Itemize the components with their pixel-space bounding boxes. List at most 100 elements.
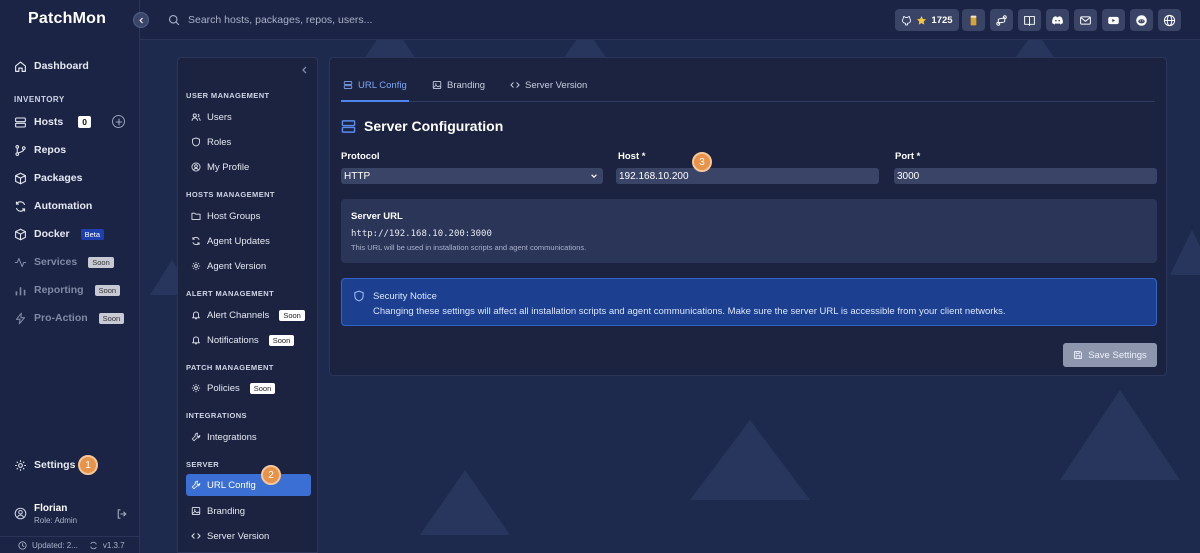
subnav-item-server-version[interactable]: Server Version (186, 525, 311, 547)
protocol-select[interactable]: HTTP (341, 168, 603, 184)
sidebar-item-docker[interactable]: Docker Beta (14, 224, 105, 244)
sidebar-item-label: Repos (34, 144, 67, 156)
server-icon (15, 117, 26, 127)
youtube-icon (1108, 16, 1119, 24)
subnav-item-url-config[interactable]: URL Config (186, 474, 311, 496)
security-notice-text: Changing these settings will affect all … (373, 306, 1006, 317)
logout-icon[interactable] (116, 508, 128, 520)
discord-button[interactable] (1046, 9, 1069, 31)
step-marker-2: 2 (261, 465, 281, 485)
subnav-item-label: Branding (207, 505, 246, 517)
logo-row: PatchMon (0, 0, 140, 40)
footer-status: Updated: 2... v1.3.7 (0, 536, 140, 553)
code-icon (510, 82, 520, 88)
search-icon (168, 14, 180, 26)
github-stars-button[interactable]: 1725 (895, 9, 959, 31)
bell-icon (192, 311, 200, 320)
server-url-note: This URL will be used in installation sc… (351, 243, 587, 252)
bell-icon (192, 336, 200, 345)
subnav-item-label: Notifications (207, 334, 259, 346)
docker-icon (15, 228, 26, 240)
sidebar-item-dashboard[interactable]: Dashboard (14, 56, 89, 76)
subnav-item-host-groups[interactable]: Host Groups (186, 205, 311, 227)
subnav-item-users[interactable]: Users (186, 106, 311, 128)
activity-icon (14, 257, 27, 267)
wrench-icon (191, 480, 201, 490)
shield-icon (354, 290, 364, 302)
book-icon (1024, 15, 1035, 26)
code-icon (191, 533, 201, 539)
hosts-count-badge: 0 (78, 116, 91, 128)
sidebar-item-reporting: Reporting Soon (14, 280, 121, 300)
subnav-item-notifications[interactable]: Notifications Soon (186, 329, 311, 351)
package-icon (15, 172, 26, 184)
sidebar-item-hosts[interactable]: Hosts 0 (14, 112, 91, 132)
subnav-item-my-profile[interactable]: My Profile (186, 156, 311, 178)
background-shape (1060, 390, 1180, 480)
clock-icon (18, 540, 27, 550)
globe-icon (1163, 14, 1176, 26)
tab-server-version[interactable]: Server Version (510, 78, 587, 92)
subnav-item-label: URL Config (207, 479, 256, 491)
background-shape (420, 470, 510, 535)
subnav-item-roles[interactable]: Roles (186, 131, 311, 153)
add-host-button[interactable] (112, 115, 125, 128)
subnav-item-alert-channels[interactable]: Alert Channels Soon (186, 304, 311, 326)
website-button[interactable] (1158, 9, 1181, 31)
sidebar-item-label: Settings (34, 459, 76, 471)
app-logo[interactable]: PatchMon (28, 10, 106, 28)
subnav-item-label: Alert Channels (207, 309, 270, 321)
sidebar-item-repos[interactable]: Repos (14, 140, 66, 160)
docs-button[interactable] (1018, 9, 1041, 31)
security-notice-title: Security Notice (373, 291, 437, 302)
lightning-icon (15, 312, 26, 324)
gear-icon (191, 383, 201, 393)
subnav-item-integrations[interactable]: Integrations (186, 426, 311, 448)
soon-badge: Soon (94, 284, 121, 296)
search-input[interactable] (188, 14, 448, 26)
donate-button[interactable] (962, 9, 985, 31)
chevron-left-icon[interactable] (300, 65, 310, 75)
tab-url-config[interactable]: URL Config (343, 78, 407, 92)
shield-icon (192, 137, 200, 147)
section-label-inventory: INVENTORY (14, 95, 65, 104)
host-input[interactable]: 192.168.10.200 (616, 168, 879, 184)
image-icon (432, 81, 442, 89)
users-icon (191, 113, 201, 121)
refresh-icon[interactable] (89, 541, 98, 550)
subnav-item-agent-updates[interactable]: Agent Updates (186, 230, 311, 252)
settings-subnav: USER MANAGEMENT Users Roles My Profile H… (177, 57, 318, 553)
settings-tabs: URL Config Branding Server Version (341, 58, 1155, 102)
global-search[interactable] (168, 11, 468, 29)
save-button-label: Save Settings (1088, 349, 1147, 361)
tab-label: Branding (447, 79, 486, 91)
chevron-down-icon (591, 174, 597, 179)
email-button[interactable] (1074, 9, 1097, 31)
active-tab-indicator (341, 100, 409, 102)
host-label: Host * (618, 151, 646, 162)
sidebar-collapse-button[interactable] (133, 12, 149, 28)
server-icon (341, 119, 356, 133)
subnav-item-policies[interactable]: Policies Soon (186, 377, 311, 399)
gear-icon (15, 459, 26, 471)
subnav-section-hosts-management: HOSTS MANAGEMENT (186, 190, 275, 199)
save-settings-button[interactable]: Save Settings (1063, 343, 1157, 367)
subnav-item-label: Host Groups (207, 210, 261, 222)
sidebar-item-automation[interactable]: Automation (14, 196, 92, 216)
route-icon (996, 14, 1007, 26)
user-profile[interactable]: Florian Role: Admin (14, 503, 134, 529)
tab-branding[interactable]: Branding (432, 78, 485, 92)
sidebar-item-packages[interactable]: Packages (14, 168, 82, 188)
sidebar: PatchMon Dashboard INVENTORY Hosts 0 Rep… (0, 0, 140, 553)
reddit-button[interactable] (1130, 9, 1153, 31)
folder-icon (191, 212, 201, 220)
roadmap-button[interactable] (990, 9, 1013, 31)
protocol-value: HTTP (344, 170, 371, 182)
sidebar-item-label: Docker (34, 228, 70, 240)
subnav-item-agent-version[interactable]: Agent Version (186, 255, 311, 277)
sidebar-item-pro-action: Pro-Action Soon (14, 308, 125, 328)
subnav-item-branding[interactable]: Branding (186, 500, 311, 522)
sidebar-item-settings[interactable]: Settings (14, 455, 75, 475)
port-input[interactable]: 3000 (894, 168, 1157, 184)
youtube-button[interactable] (1102, 9, 1125, 31)
